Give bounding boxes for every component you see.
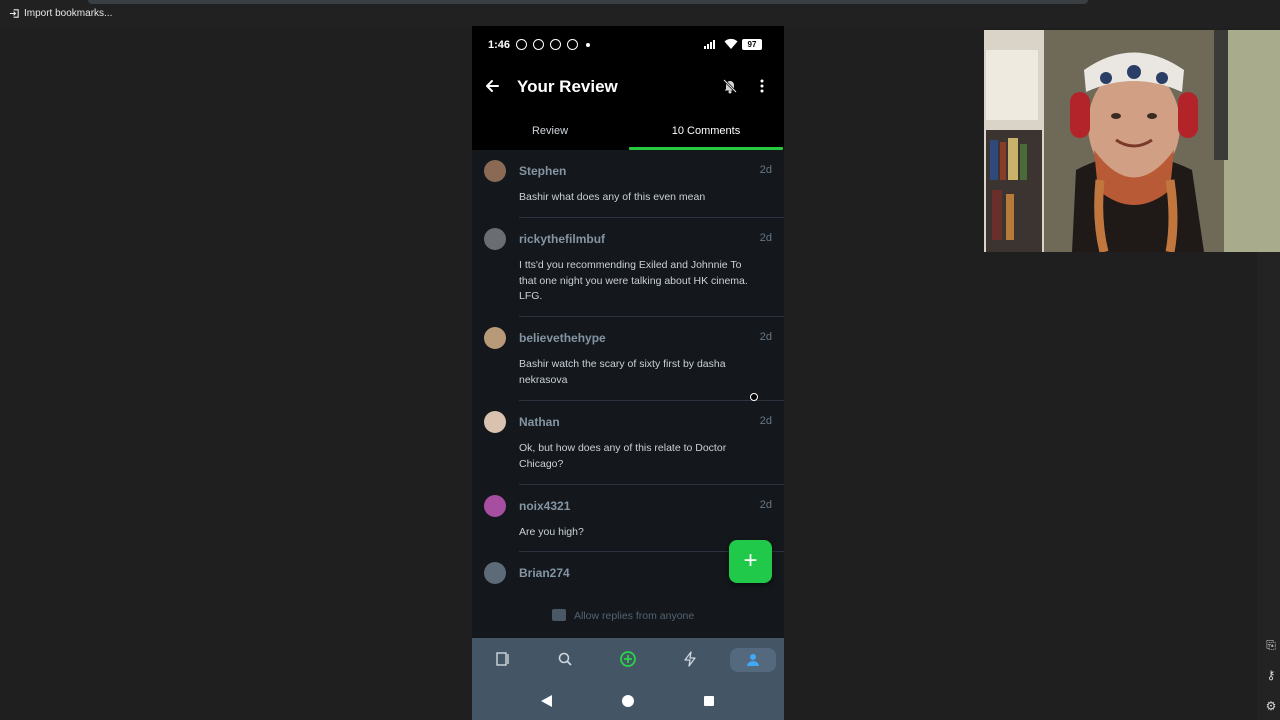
- comment-username[interactable]: believethehype: [519, 331, 606, 345]
- comment-text: Bashir watch the scary of sixty first by…: [519, 358, 726, 386]
- comment-username[interactable]: rickythefilmbuf: [519, 232, 605, 246]
- comment-time: 2d: [759, 164, 772, 176]
- bottom-nav: [472, 638, 784, 682]
- avatar[interactable]: [484, 562, 506, 584]
- import-bookmarks-link[interactable]: Import bookmarks...: [9, 8, 112, 19]
- key-icon[interactable]: ⚷: [1264, 668, 1278, 682]
- comment-item[interactable]: Nathan 2d Ok, but how does any of this r…: [472, 401, 784, 485]
- back-arrow-icon[interactable]: [484, 78, 500, 94]
- search-icon[interactable]: [554, 648, 576, 670]
- comment-bubble-icon: [552, 609, 566, 621]
- replies-setting[interactable]: Allow replies from anyone: [472, 594, 784, 638]
- more-vert-icon[interactable]: [759, 78, 765, 94]
- add-comment-fab[interactable]: +: [729, 540, 772, 583]
- comment-item[interactable]: Stephen 2d Bashir what does any of this …: [472, 150, 784, 218]
- system-home-icon[interactable]: [622, 695, 634, 707]
- comment-time: 2d: [759, 331, 772, 343]
- notification-dot-icon: [586, 43, 590, 47]
- webcam-overlay: [984, 30, 1280, 252]
- import-bookmarks-label: Import bookmarks...: [24, 8, 113, 19]
- tab-bar: Review 10 Comments: [472, 118, 784, 150]
- comment-time: 2d: [759, 499, 772, 511]
- desktop: Import bookmarks... ⎘ ⚷ ⚙ 1:46 97 Your R…: [0, 0, 1280, 720]
- avatar[interactable]: [484, 160, 506, 182]
- system-back-icon[interactable]: [541, 695, 552, 707]
- comment-time: 2d: [759, 415, 772, 427]
- comment-item[interactable]: believethehype 2d Bashir watch the scary…: [472, 317, 784, 401]
- whatsapp-icon: [550, 39, 561, 50]
- battery-icon: 97: [742, 39, 762, 50]
- comment-text: I tts'd you recommending Exiled and John…: [519, 259, 748, 302]
- tab-review[interactable]: Review: [472, 118, 628, 150]
- comment-text: Ok, but how does any of this relate to D…: [519, 442, 727, 470]
- signal-icon: [704, 40, 715, 49]
- avatar[interactable]: [484, 327, 506, 349]
- whatsapp-icon: [516, 39, 527, 50]
- notifications-off-icon[interactable]: [722, 78, 738, 94]
- wifi-icon: [724, 38, 738, 49]
- avatar[interactable]: [484, 411, 506, 433]
- films-icon[interactable]: [492, 648, 514, 670]
- status-time: 1:46: [488, 39, 511, 51]
- whatsapp-icon: [567, 39, 578, 50]
- activity-icon[interactable]: [679, 648, 701, 670]
- status-bar: 1:46 97: [472, 26, 784, 64]
- comment-item[interactable]: rickythefilmbuf 2d I tts'd you recommend…: [472, 218, 784, 317]
- page-title: Your Review: [517, 77, 618, 96]
- profile-icon[interactable]: [730, 648, 776, 672]
- comment-username[interactable]: Nathan: [519, 415, 560, 429]
- replies-label: Allow replies from anyone: [574, 610, 695, 622]
- comment-username[interactable]: Stephen: [519, 164, 566, 178]
- app-bar: Your Review: [472, 64, 784, 112]
- avatar[interactable]: [484, 228, 506, 250]
- add-circle-icon[interactable]: [617, 648, 639, 670]
- browser-top-bar: Import bookmarks...: [0, 0, 1280, 28]
- webcam-person-image: [984, 30, 1280, 252]
- settings-gear-icon[interactable]: ⚙: [1264, 699, 1278, 713]
- comment-text: Bashir what does any of this even mean: [519, 191, 706, 203]
- comment-time: 2d: [759, 232, 772, 244]
- mouse-cursor-icon: [750, 393, 758, 401]
- import-icon: [9, 9, 19, 18]
- address-bar-edge: [88, 0, 1088, 4]
- comment-text: Are you high?: [519, 526, 584, 538]
- comment-username[interactable]: Brian274: [519, 566, 570, 580]
- comment-username[interactable]: noix4321: [519, 499, 570, 513]
- avatar[interactable]: [484, 495, 506, 517]
- extension-icon[interactable]: ⎘: [1264, 638, 1278, 652]
- comments-list[interactable]: Stephen 2d Bashir what does any of this …: [472, 150, 784, 594]
- phone-screen: 1:46 97 Your Review Review 10 Comments S…: [472, 26, 784, 720]
- system-recents-icon[interactable]: [704, 696, 714, 706]
- tab-comments[interactable]: 10 Comments: [628, 118, 784, 150]
- system-nav-bar: [472, 682, 784, 720]
- whatsapp-icon: [533, 39, 544, 50]
